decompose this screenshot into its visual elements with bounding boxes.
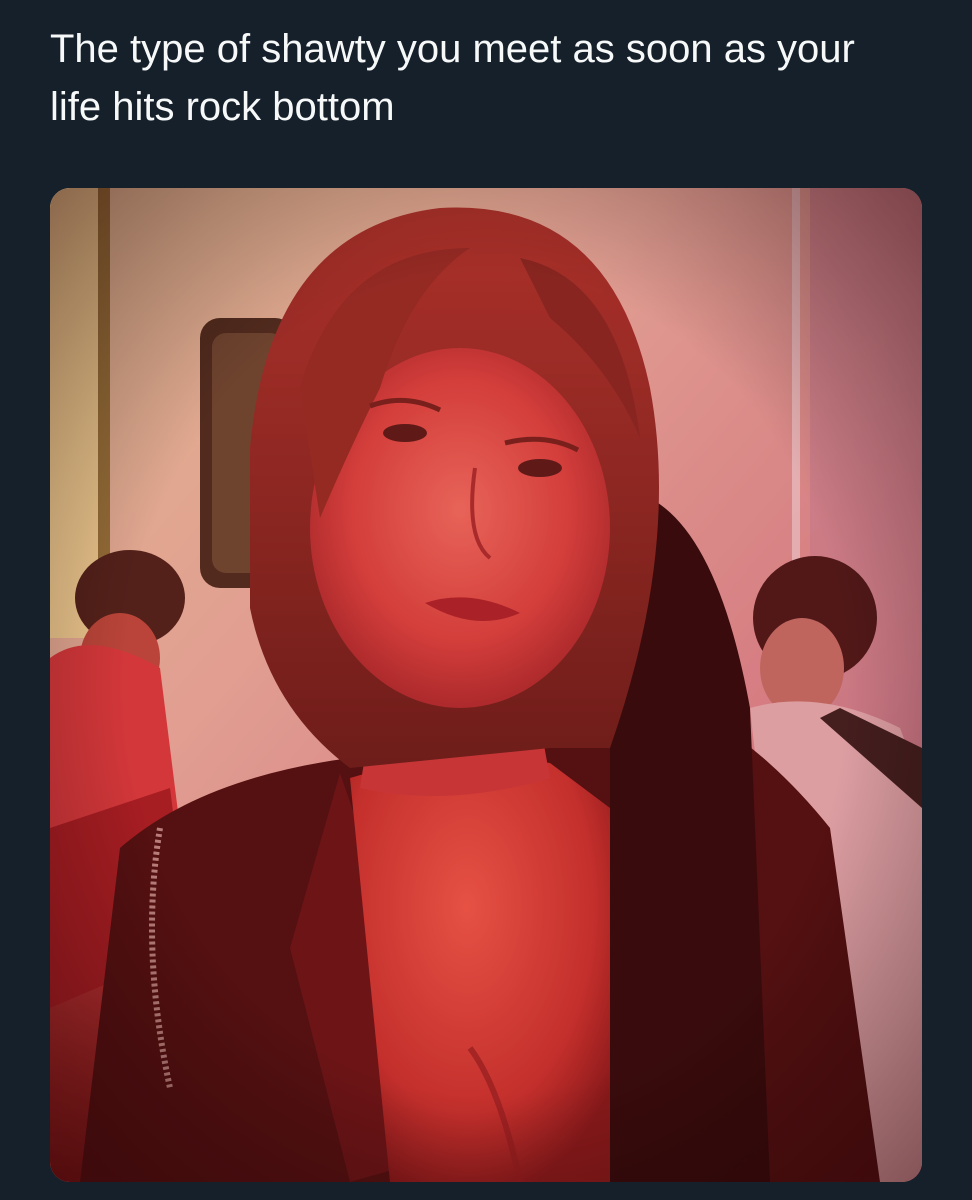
party-photo [50, 188, 922, 1182]
tweet-post: The type of shawty you meet as soon as y… [0, 0, 972, 1200]
tweet-photo[interactable] [50, 188, 922, 1182]
tweet-text: The type of shawty you meet as soon as y… [50, 27, 855, 129]
